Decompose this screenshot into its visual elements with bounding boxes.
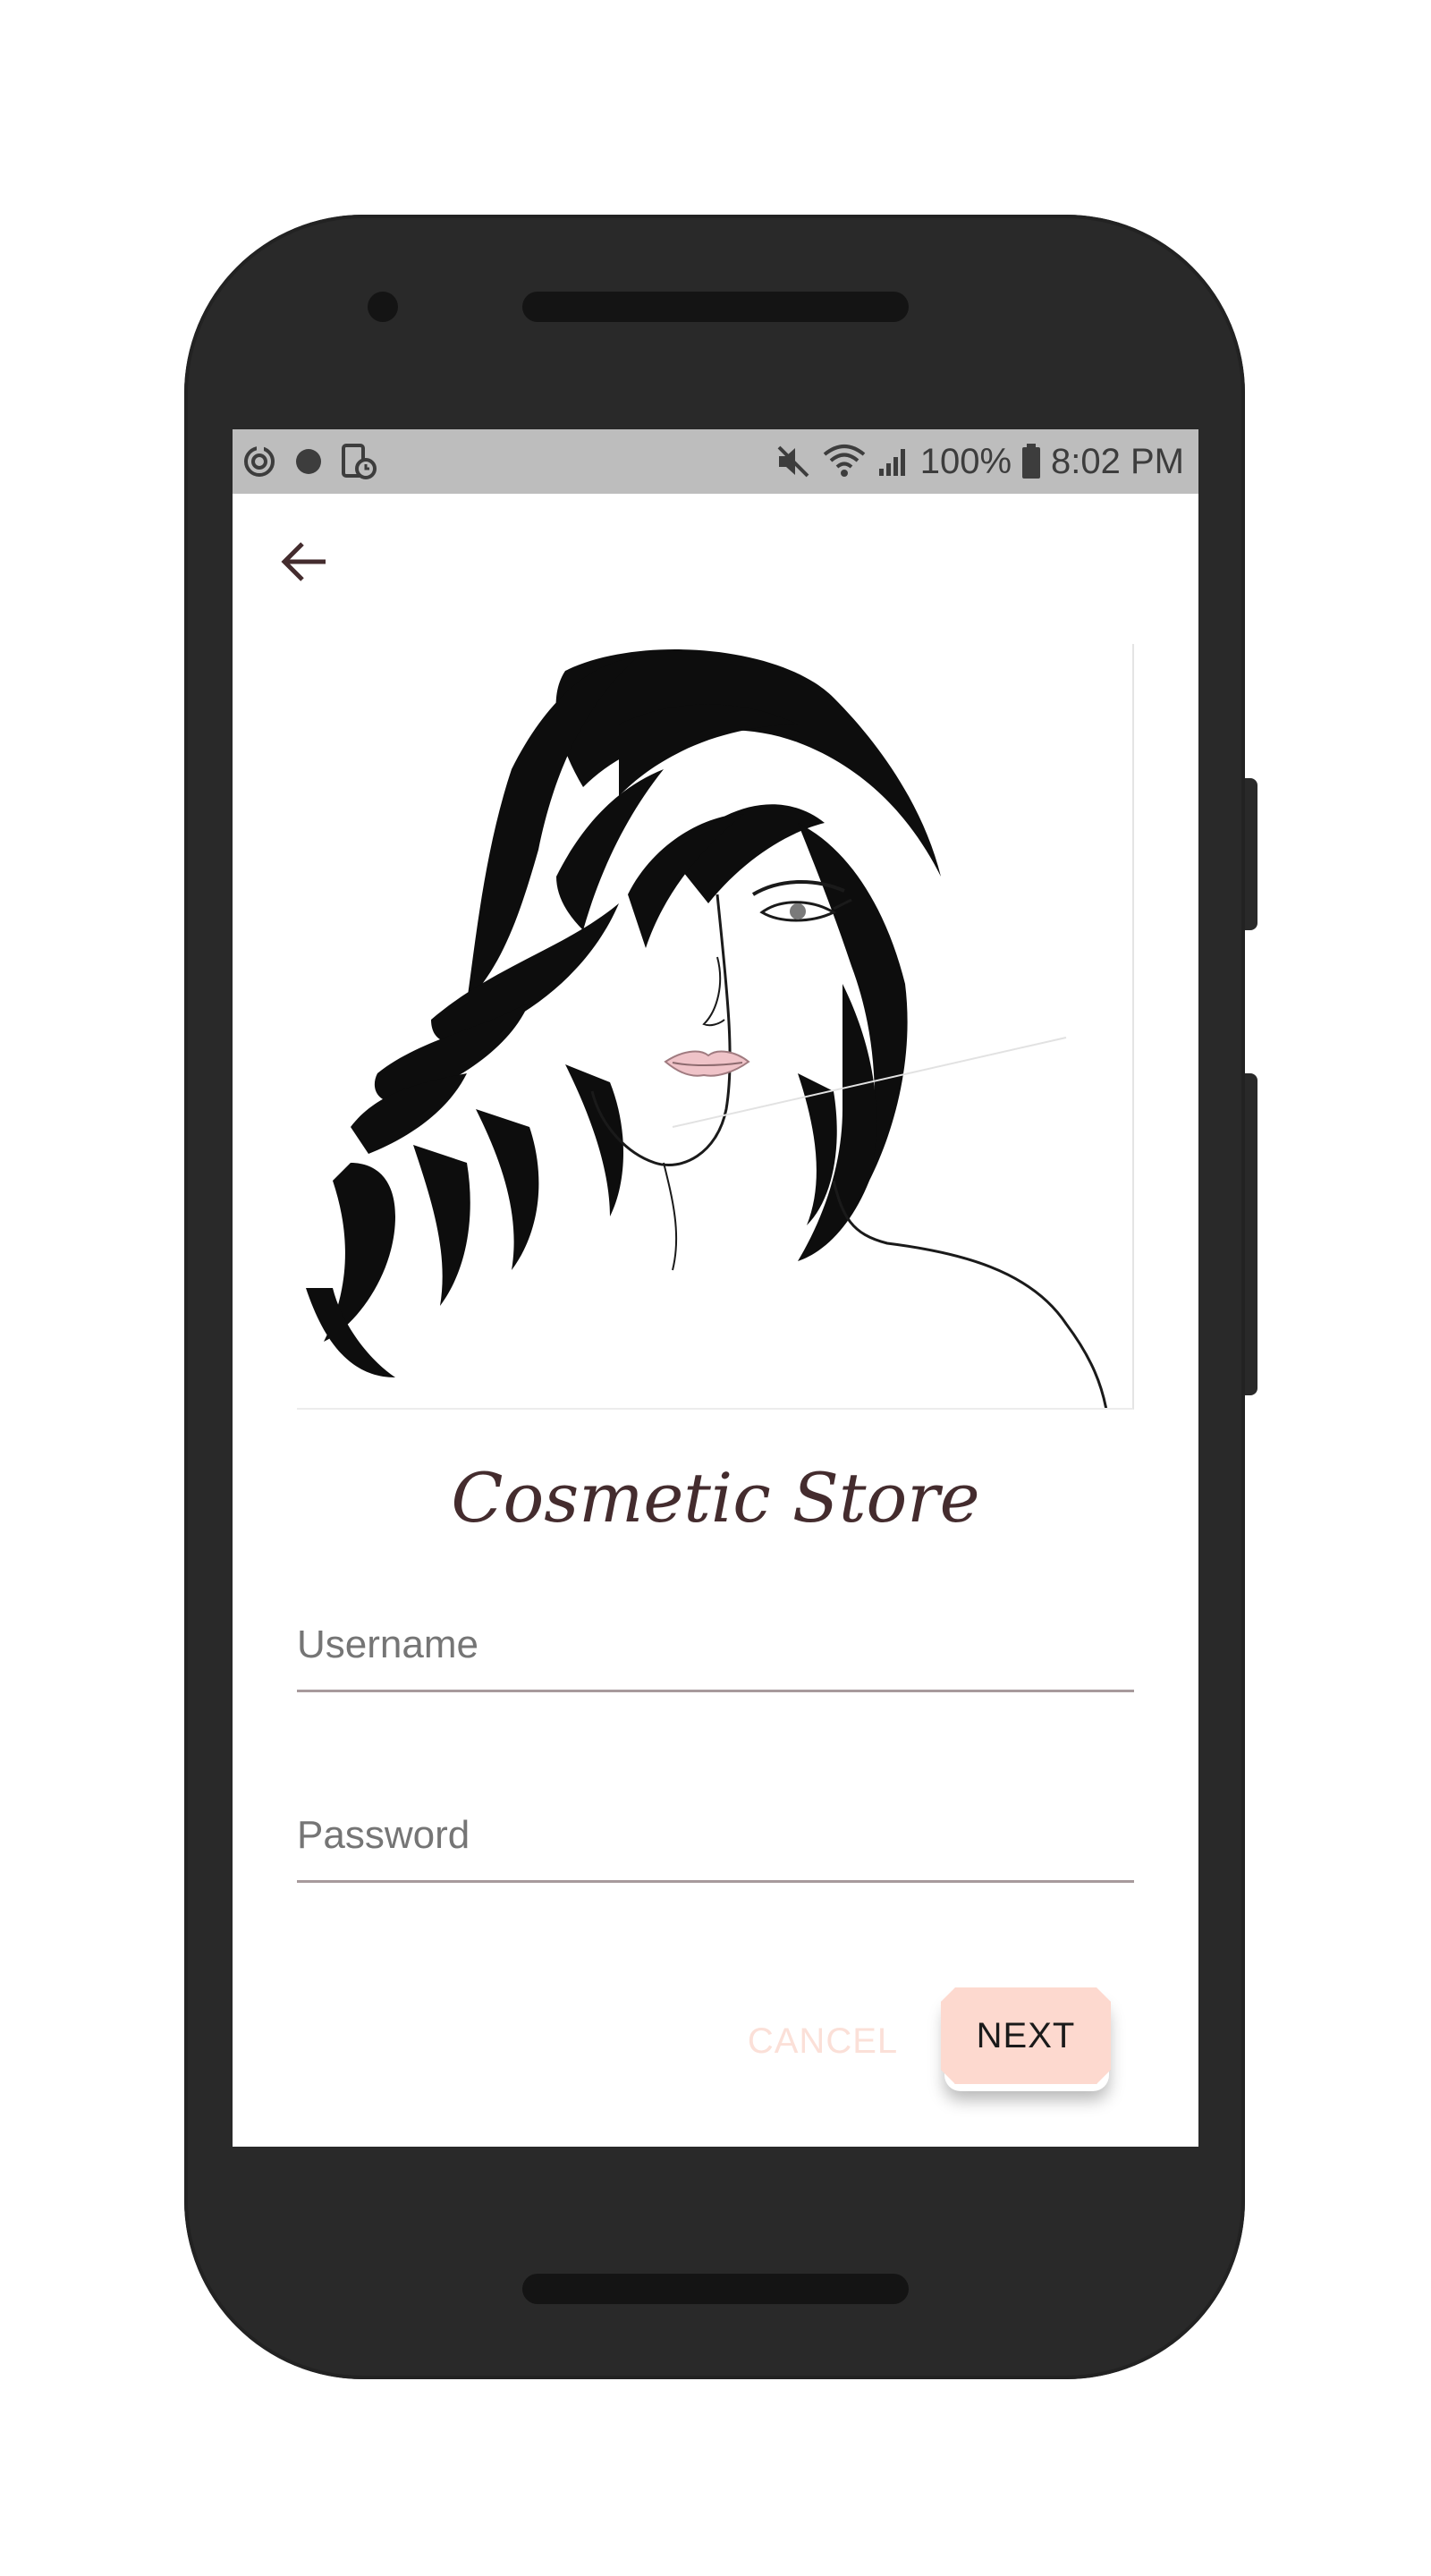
front-camera bbox=[368, 292, 398, 322]
arrow-back-icon bbox=[277, 535, 331, 593]
app-title: Cosmetic Store bbox=[451, 1458, 980, 1538]
woman-portrait-illustration bbox=[297, 644, 1134, 1410]
status-bar: 100% 8:02 PM bbox=[233, 429, 1198, 494]
notification-dot-icon bbox=[293, 446, 324, 477]
battery-icon bbox=[1020, 443, 1042, 480]
power-button bbox=[1245, 1073, 1257, 1395]
username-field[interactable] bbox=[297, 1592, 1134, 1692]
mute-icon bbox=[774, 442, 813, 481]
username-input[interactable] bbox=[297, 1623, 1134, 1667]
next-button[interactable]: NEXT bbox=[941, 1987, 1111, 2084]
bottom-speaker bbox=[522, 2274, 909, 2304]
signal-icon bbox=[876, 444, 911, 479]
cancel-button[interactable]: CANCEL bbox=[733, 2005, 912, 2077]
sync-icon bbox=[241, 444, 277, 479]
earpiece-speaker bbox=[522, 292, 909, 322]
password-input[interactable] bbox=[297, 1813, 1134, 1858]
phone-screen: 100% 8:02 PM Cosmetic Store Username CAN… bbox=[233, 429, 1198, 2147]
screenshot-icon bbox=[340, 443, 377, 480]
volume-button bbox=[1245, 778, 1257, 930]
screenshot-canvas: 100% 8:02 PM Cosmetic Store Username CAN… bbox=[0, 0, 1431, 2576]
back-button[interactable] bbox=[268, 528, 340, 599]
battery-percent: 100% bbox=[919, 441, 1012, 481]
clock: 8:02 PM bbox=[1051, 441, 1184, 481]
wifi-icon bbox=[822, 442, 867, 481]
password-field[interactable] bbox=[297, 1783, 1134, 1883]
